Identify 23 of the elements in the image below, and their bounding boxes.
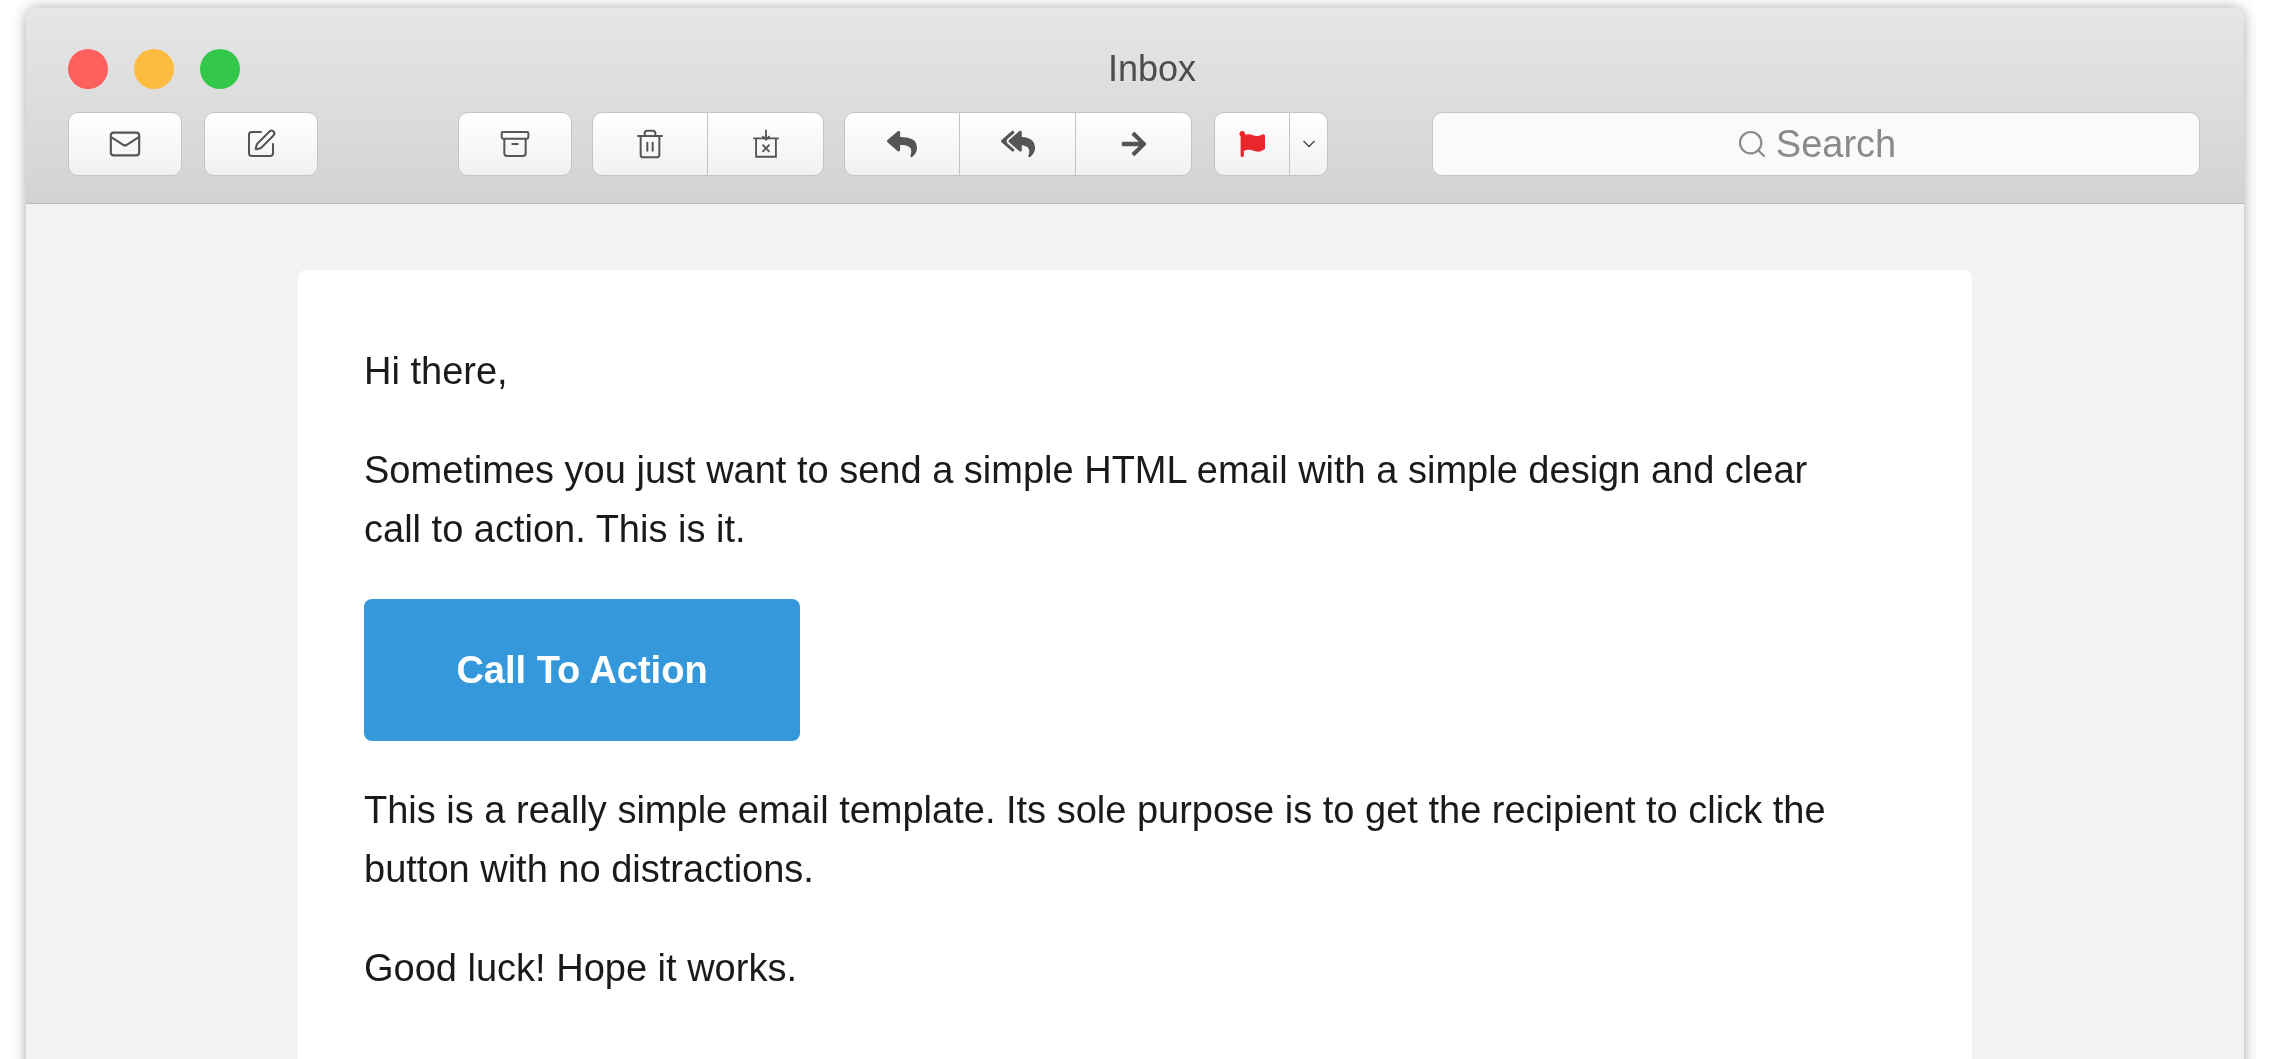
call-to-action-button[interactable]: Call To Action xyxy=(364,599,800,741)
search-icon xyxy=(1736,128,1768,160)
forward-button[interactable] xyxy=(1076,112,1192,176)
reply-button[interactable] xyxy=(844,112,960,176)
forward-icon xyxy=(1119,130,1148,158)
archive-icon xyxy=(499,128,531,160)
window-title: Inbox xyxy=(1108,47,1197,91)
email-paragraph: Good luck! Hope it works. xyxy=(364,946,798,991)
compose-button[interactable] xyxy=(204,112,318,176)
flag-button[interactable] xyxy=(1214,112,1290,176)
trash-icon xyxy=(634,128,666,160)
email-paragraph: Hi there, xyxy=(364,349,509,394)
archive-button[interactable] xyxy=(458,112,572,176)
reply-all-button[interactable] xyxy=(960,112,1076,176)
compose-icon xyxy=(245,128,277,160)
search-field[interactable]: Search xyxy=(1432,112,2200,176)
reply-icon xyxy=(887,129,917,159)
flag-icon xyxy=(1239,131,1265,157)
get-mail-button[interactable] xyxy=(68,112,182,176)
delete-button[interactable] xyxy=(592,112,708,176)
email-paragraph: Sometimes you just want to send a simple HTML email with a simple design and clear call to action. This is it. xyxy=(364,448,1809,552)
junk-button[interactable] xyxy=(708,112,824,176)
email-paragraph: This is a really simple email template. Its sole purpose is to get the recipient to click the button with no distractions. xyxy=(364,788,1827,892)
